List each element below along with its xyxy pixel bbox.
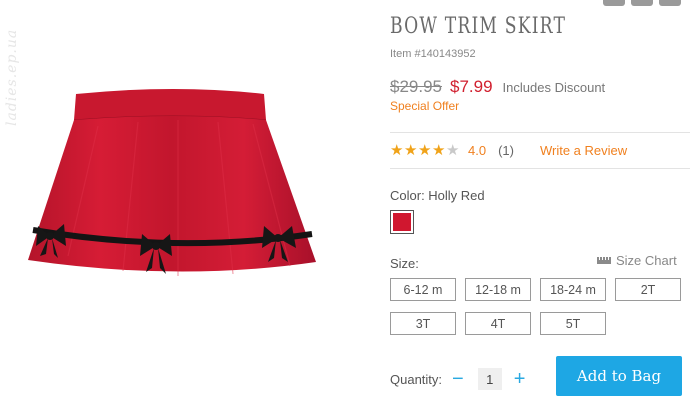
item-number: Item #140143952 — [390, 48, 476, 60]
star-rating: ★ ★ ★ ★ ★ — [390, 143, 460, 158]
star-icon: ★ — [418, 142, 432, 159]
quantity-decrease-button[interactable]: − — [452, 369, 464, 389]
color-swatch-holly-red[interactable] — [390, 210, 414, 234]
share-icons — [603, 0, 681, 6]
star-icon: ★ — [390, 142, 404, 159]
divider — [390, 168, 690, 169]
facebook-icon[interactable] — [631, 0, 653, 6]
star-icon: ★ — [404, 142, 418, 159]
size-option-4t[interactable]: 4T — [465, 312, 531, 335]
size-chart-link[interactable]: Size Chart — [597, 253, 677, 268]
size-option-5t[interactable]: 5T — [540, 312, 606, 335]
size-option-18-24m[interactable]: 18-24 m — [540, 278, 606, 301]
add-to-bag-button[interactable]: Add to Bag — [556, 356, 682, 396]
size-option-2t[interactable]: 2T — [615, 278, 681, 301]
size-label: Size: — [390, 256, 419, 271]
star-icon: ★ — [432, 142, 446, 159]
review-count[interactable]: (1) — [498, 143, 514, 158]
write-review-link[interactable]: Write a Review — [540, 143, 627, 158]
watermark-text: ladies.ep.ua — [4, 28, 20, 126]
size-option-6-12m[interactable]: 6-12 m — [390, 278, 456, 301]
quantity-label: Quantity: — [390, 371, 443, 387]
quantity-input[interactable]: 1 — [477, 368, 502, 390]
color-label: Color: Holly Red — [390, 188, 485, 203]
price-row: $29.95 $7.99 Includes Discount — [390, 77, 605, 97]
original-price: $29.95 — [390, 77, 442, 96]
product-image — [28, 89, 316, 276]
swatch-fill — [393, 213, 411, 231]
product-title: Bow Trim Skirt — [390, 14, 567, 39]
size-option-3t[interactable]: 3T — [390, 312, 456, 335]
divider — [390, 132, 690, 133]
pinterest-icon[interactable] — [603, 0, 625, 6]
special-offer-label: Special Offer — [390, 99, 460, 113]
rating-value: 4.0 — [468, 143, 487, 158]
size-option-12-18m[interactable]: 12-18 m — [465, 278, 531, 301]
sale-price: $7.99 — [450, 77, 493, 96]
star-icon: ★ — [446, 142, 460, 159]
quantity-row: Quantity: − 1 + — [390, 368, 525, 390]
size-chart-label: Size Chart — [616, 253, 677, 268]
ruler-icon — [597, 257, 611, 264]
email-icon[interactable] — [659, 0, 681, 6]
discount-note: Includes Discount — [502, 80, 606, 95]
rating-row: ★ ★ ★ ★ ★ 4.0 (1) Write a Review — [390, 143, 627, 158]
quantity-increase-button[interactable]: + — [514, 369, 526, 389]
